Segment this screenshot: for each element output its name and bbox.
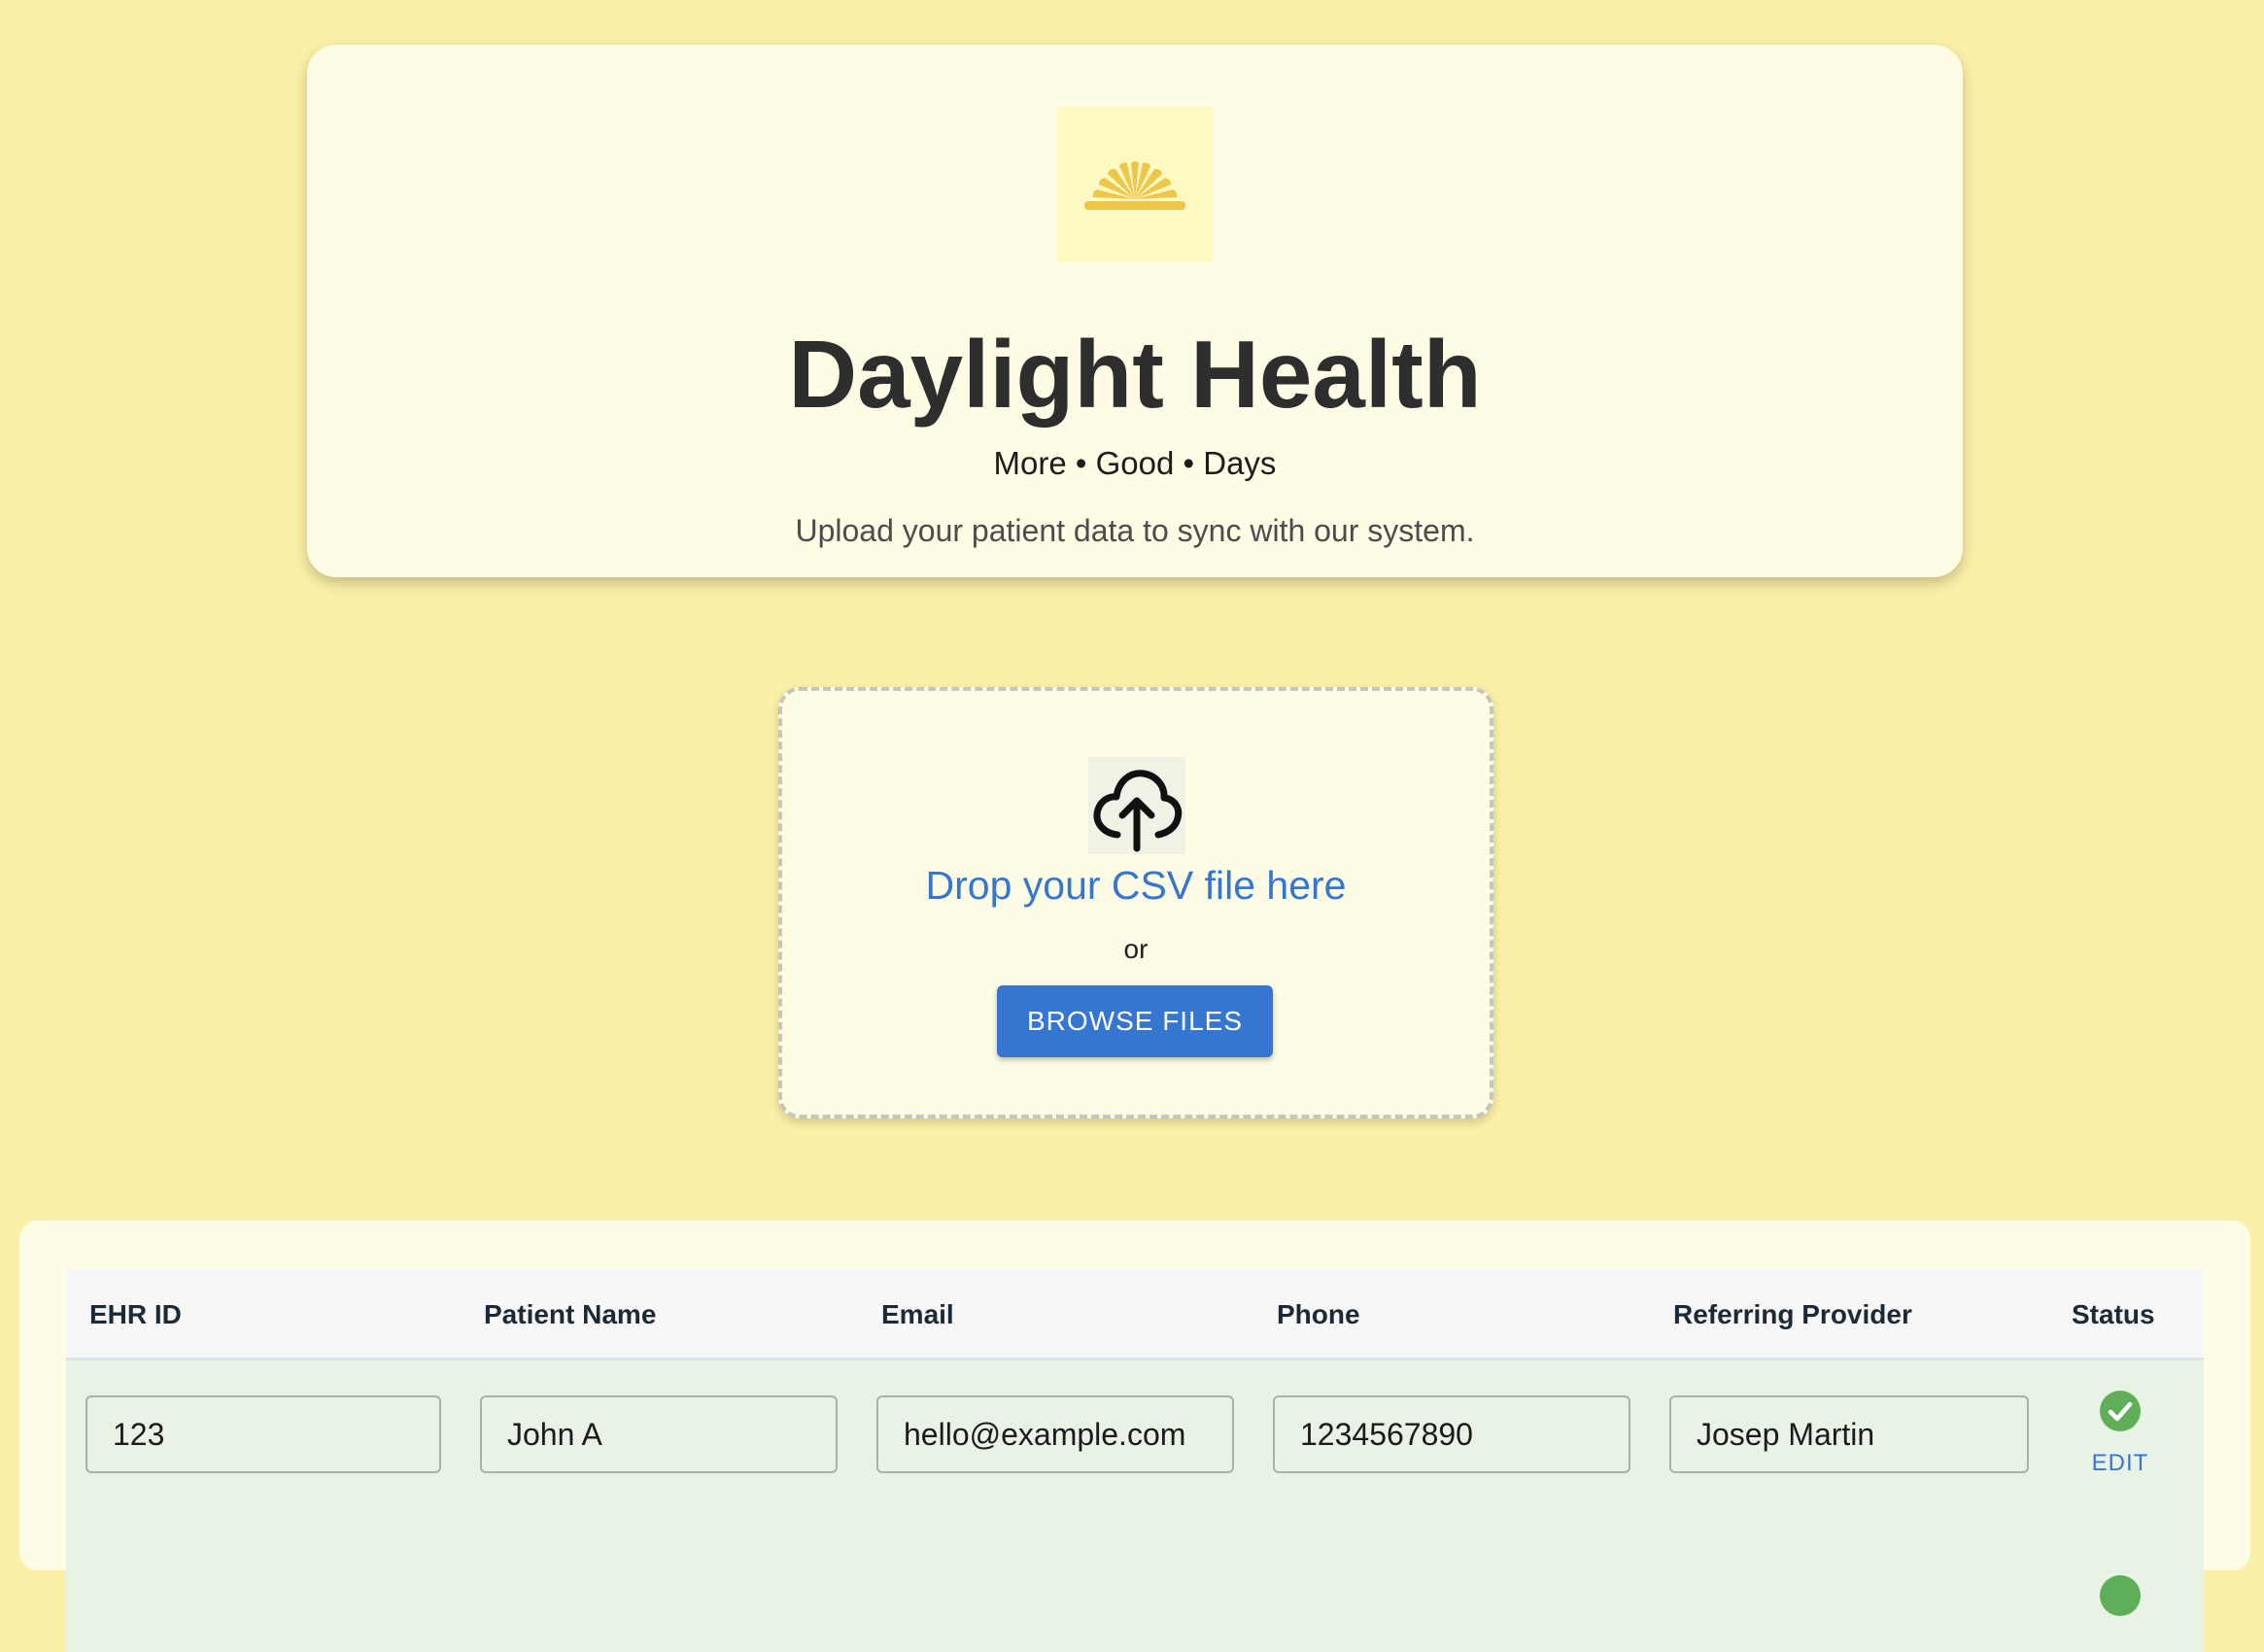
column-header-ehr-id: EHR ID [89, 1299, 182, 1329]
table-header-row: EHR ID Patient Name Email Phone Referrin… [66, 1269, 2204, 1360]
ehr-id-input[interactable] [86, 1395, 441, 1473]
check-circle-icon [2099, 1574, 2142, 1617]
check-circle-icon [2099, 1390, 2142, 1432]
browse-files-button[interactable]: BROWSE FILES [997, 985, 1273, 1057]
csv-dropzone[interactable]: Drop your CSV file here or BROWSE FILES [778, 687, 1493, 1119]
upload-description: Upload your patient data to sync with ou… [795, 513, 1475, 548]
column-header-status: Status [2072, 1299, 2155, 1329]
patient-table-panel: EHR ID Patient Name Email Phone Referrin… [19, 1221, 2250, 1652]
table-body: EDIT [66, 1360, 2204, 1652]
app-title: Daylight Health [788, 321, 1482, 428]
upload-icon-container [1088, 757, 1185, 854]
column-header-email: Email [881, 1299, 954, 1329]
logo [1057, 107, 1213, 262]
patient-name-input[interactable] [480, 1395, 838, 1473]
referring-provider-input[interactable] [1669, 1395, 2029, 1473]
sunrise-icon [1084, 161, 1185, 210]
email-input[interactable] [876, 1395, 1234, 1473]
drop-instruction: Drop your CSV file here [925, 863, 1347, 908]
tagline: More • Good • Days [993, 445, 1277, 481]
cloud-upload-icon [1093, 770, 1183, 852]
column-header-phone: Phone [1277, 1299, 1360, 1329]
phone-input[interactable] [1273, 1395, 1630, 1473]
column-header-referring-provider: Referring Provider [1673, 1299, 1912, 1329]
or-separator: or [1123, 934, 1149, 964]
header-card: Daylight Health More • Good • Days Uploa… [307, 45, 1963, 577]
edit-row-button[interactable]: EDIT [2074, 1450, 2167, 1477]
column-header-patient-name: Patient Name [484, 1299, 657, 1329]
